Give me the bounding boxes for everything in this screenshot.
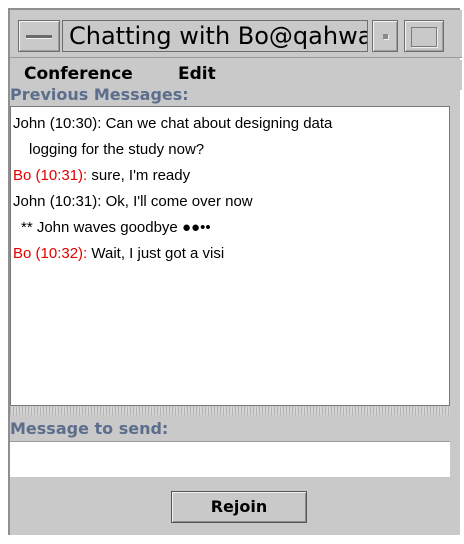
message-line: Bo (10:31): sure, I'm ready bbox=[13, 163, 447, 189]
window-title: Chatting with Bo@qahwaji bbox=[62, 20, 368, 52]
window-menu-button[interactable] bbox=[18, 20, 60, 52]
message-continuation: logging for the study now? bbox=[29, 141, 205, 158]
pane-splitter[interactable] bbox=[10, 407, 450, 415]
maximize-icon bbox=[411, 27, 437, 47]
message-line: John (10:30): Can we chat about designin… bbox=[13, 111, 447, 137]
message-text: Ok, I'll come over now bbox=[105, 193, 253, 210]
message-text: sure, I'm ready bbox=[91, 167, 191, 184]
message-input[interactable] bbox=[10, 441, 450, 477]
message-sender: Bo (10:31): bbox=[13, 167, 88, 184]
previous-messages-label: Previous Messages: bbox=[10, 85, 189, 104]
message-text: Can we chat about designing data bbox=[105, 115, 333, 132]
rejoin-button[interactable]: Rejoin bbox=[171, 491, 307, 523]
window-menu-icon bbox=[26, 35, 52, 38]
previous-messages-pane[interactable]: John (10:30): Can we chat about designin… bbox=[10, 106, 450, 406]
message-line: Bo (10:32): Wait, I just got a visi bbox=[13, 241, 447, 267]
menu-edit[interactable]: Edit bbox=[178, 64, 216, 84]
menu-conference[interactable]: Conference bbox=[24, 64, 133, 84]
action-line: ** John waves goodbye ●●•• bbox=[21, 219, 211, 236]
message-line: John (10:31): Ok, I'll come over now bbox=[13, 189, 447, 215]
message-text: Wait, I just got a visi bbox=[91, 245, 225, 262]
minimize-icon bbox=[383, 34, 388, 39]
minimize-button[interactable] bbox=[372, 20, 398, 52]
maximize-button[interactable] bbox=[404, 20, 444, 52]
message-to-send-label: Message to send: bbox=[10, 419, 169, 438]
message-sender: John (10:31): bbox=[13, 193, 102, 210]
title-bar: Chatting with Bo@qahwaji bbox=[10, 10, 462, 58]
message-sender: John (10:30): bbox=[13, 115, 102, 132]
message-sender: Bo (10:32): bbox=[13, 245, 88, 262]
